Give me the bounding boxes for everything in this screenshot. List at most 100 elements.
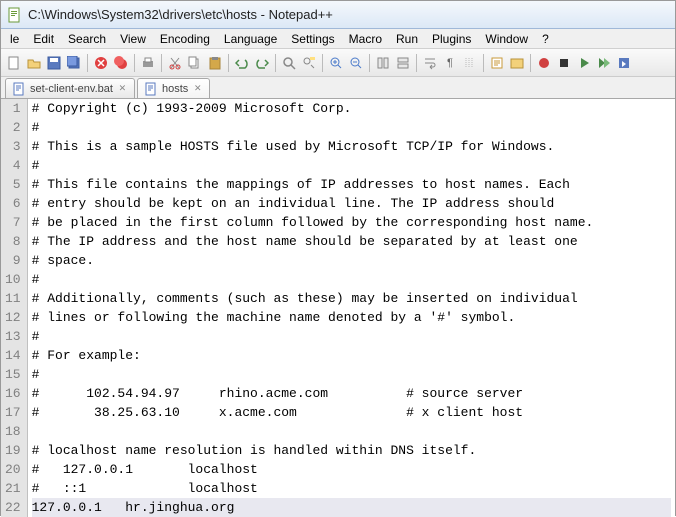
menu-item-settings[interactable]: Settings (284, 32, 341, 46)
file-icon (12, 82, 26, 96)
code-line[interactable]: # (32, 270, 671, 289)
toolbar-separator (161, 54, 162, 72)
menu-item-edit[interactable]: Edit (26, 32, 61, 46)
editor-area[interactable]: 12345678910111213141516171819202122 # Co… (1, 99, 675, 517)
toolbar-separator (134, 54, 135, 72)
menu-item-window[interactable]: Window (478, 32, 535, 46)
code-line[interactable]: # Additionally, comments (such as these)… (32, 289, 671, 308)
code-line[interactable]: # (32, 365, 671, 384)
paste-icon[interactable] (206, 54, 224, 72)
toolbar-separator (275, 54, 276, 72)
play-multi-icon[interactable] (595, 54, 613, 72)
menu-item-view[interactable]: View (113, 32, 153, 46)
tab-close-icon[interactable]: ✕ (192, 83, 203, 94)
sync-v-icon[interactable] (374, 54, 392, 72)
title-bar: C:\Windows\System32\drivers\etc\hosts - … (1, 1, 675, 29)
line-number: 8 (5, 232, 21, 251)
code-line[interactable]: # (32, 327, 671, 346)
code-content[interactable]: # Copyright (c) 1993-2009 Microsoft Corp… (28, 99, 675, 517)
close-all-icon[interactable] (112, 54, 130, 72)
line-number: 13 (5, 327, 21, 346)
cut-icon[interactable] (166, 54, 184, 72)
line-number: 2 (5, 118, 21, 137)
zoom-in-icon[interactable] (327, 54, 345, 72)
redo-icon[interactable] (253, 54, 271, 72)
save-icon[interactable] (45, 54, 63, 72)
file-icon (144, 82, 158, 96)
folder-tree-icon[interactable] (508, 54, 526, 72)
line-number: 14 (5, 346, 21, 365)
line-number: 6 (5, 194, 21, 213)
toolbar-separator (483, 54, 484, 72)
line-number: 10 (5, 270, 21, 289)
code-line[interactable]: # (32, 156, 671, 175)
save-all-icon[interactable] (65, 54, 83, 72)
code-line[interactable]: # The IP address and the host name shoul… (32, 232, 671, 251)
find-icon[interactable] (280, 54, 298, 72)
zoom-out-icon[interactable] (347, 54, 365, 72)
code-line[interactable]: # entry should be kept on an individual … (32, 194, 671, 213)
menu-item-macro[interactable]: Macro (342, 32, 389, 46)
code-line[interactable]: # space. (32, 251, 671, 270)
tab-label: set-client-env.bat (30, 83, 113, 95)
code-line[interactable]: # ::1 localhost (32, 479, 671, 498)
code-line[interactable]: # 127.0.0.1 localhost (32, 460, 671, 479)
tab-set-client-env-bat[interactable]: set-client-env.bat ✕ (5, 78, 135, 98)
line-number: 20 (5, 460, 21, 479)
code-line[interactable]: # 38.25.63.10 x.acme.com # x client host (32, 403, 671, 422)
code-line[interactable]: # (32, 118, 671, 137)
print-icon[interactable] (139, 54, 157, 72)
toolbar-separator (228, 54, 229, 72)
replace-icon[interactable] (300, 54, 318, 72)
sync-h-icon[interactable] (394, 54, 412, 72)
save-macro-icon[interactable] (615, 54, 633, 72)
code-line[interactable]: # lines or following the machine name de… (32, 308, 671, 327)
menu-item-encoding[interactable]: Encoding (153, 32, 217, 46)
line-number: 19 (5, 441, 21, 460)
line-number: 4 (5, 156, 21, 175)
line-number: 16 (5, 384, 21, 403)
toolbar-separator (369, 54, 370, 72)
code-line[interactable]: # localhost name resolution is handled w… (32, 441, 671, 460)
line-number: 22 (5, 498, 21, 517)
tab-close-icon[interactable]: ✕ (117, 83, 128, 94)
show-all-chars-icon[interactable]: ¶ (441, 54, 459, 72)
line-number: 18 (5, 422, 21, 441)
menu-bar: leEditSearchViewEncodingLanguageSettings… (1, 29, 675, 49)
indent-guide-icon[interactable] (461, 54, 479, 72)
new-file-icon[interactable] (5, 54, 23, 72)
copy-icon[interactable] (186, 54, 204, 72)
toolbar-separator (322, 54, 323, 72)
menu-item-search[interactable]: Search (61, 32, 113, 46)
code-line[interactable]: # be placed in the first column followed… (32, 213, 671, 232)
wordwrap-icon[interactable] (421, 54, 439, 72)
close-file-icon[interactable] (92, 54, 110, 72)
function-list-icon[interactable] (488, 54, 506, 72)
line-number: 5 (5, 175, 21, 194)
play-macro-icon[interactable] (575, 54, 593, 72)
code-line[interactable]: # Copyright (c) 1993-2009 Microsoft Corp… (32, 99, 671, 118)
menu-item-?[interactable]: ? (535, 32, 556, 46)
tab-label: hosts (162, 83, 188, 95)
tab-hosts[interactable]: hosts ✕ (137, 78, 210, 98)
toolbar: ¶ (1, 49, 675, 77)
code-line[interactable]: # This file contains the mappings of IP … (32, 175, 671, 194)
menu-item-run[interactable]: Run (389, 32, 425, 46)
open-file-icon[interactable] (25, 54, 43, 72)
menu-item-plugins[interactable]: Plugins (425, 32, 478, 46)
menu-item-le[interactable]: le (3, 32, 26, 46)
code-line[interactable]: # 102.54.94.97 rhino.acme.com # source s… (32, 384, 671, 403)
code-line[interactable]: # For example: (32, 346, 671, 365)
code-line[interactable]: 127.0.0.1 hr.jinghua.org (32, 498, 671, 517)
stop-macro-icon[interactable] (555, 54, 573, 72)
window-title: C:\Windows\System32\drivers\etc\hosts - … (28, 7, 333, 22)
line-number: 17 (5, 403, 21, 422)
code-line[interactable] (32, 422, 671, 441)
toolbar-separator (87, 54, 88, 72)
undo-icon[interactable] (233, 54, 251, 72)
menu-item-language[interactable]: Language (217, 32, 284, 46)
record-macro-icon[interactable] (535, 54, 553, 72)
tab-bar: set-client-env.bat ✕ hosts ✕ (1, 77, 675, 99)
line-number: 11 (5, 289, 21, 308)
code-line[interactable]: # This is a sample HOSTS file used by Mi… (32, 137, 671, 156)
